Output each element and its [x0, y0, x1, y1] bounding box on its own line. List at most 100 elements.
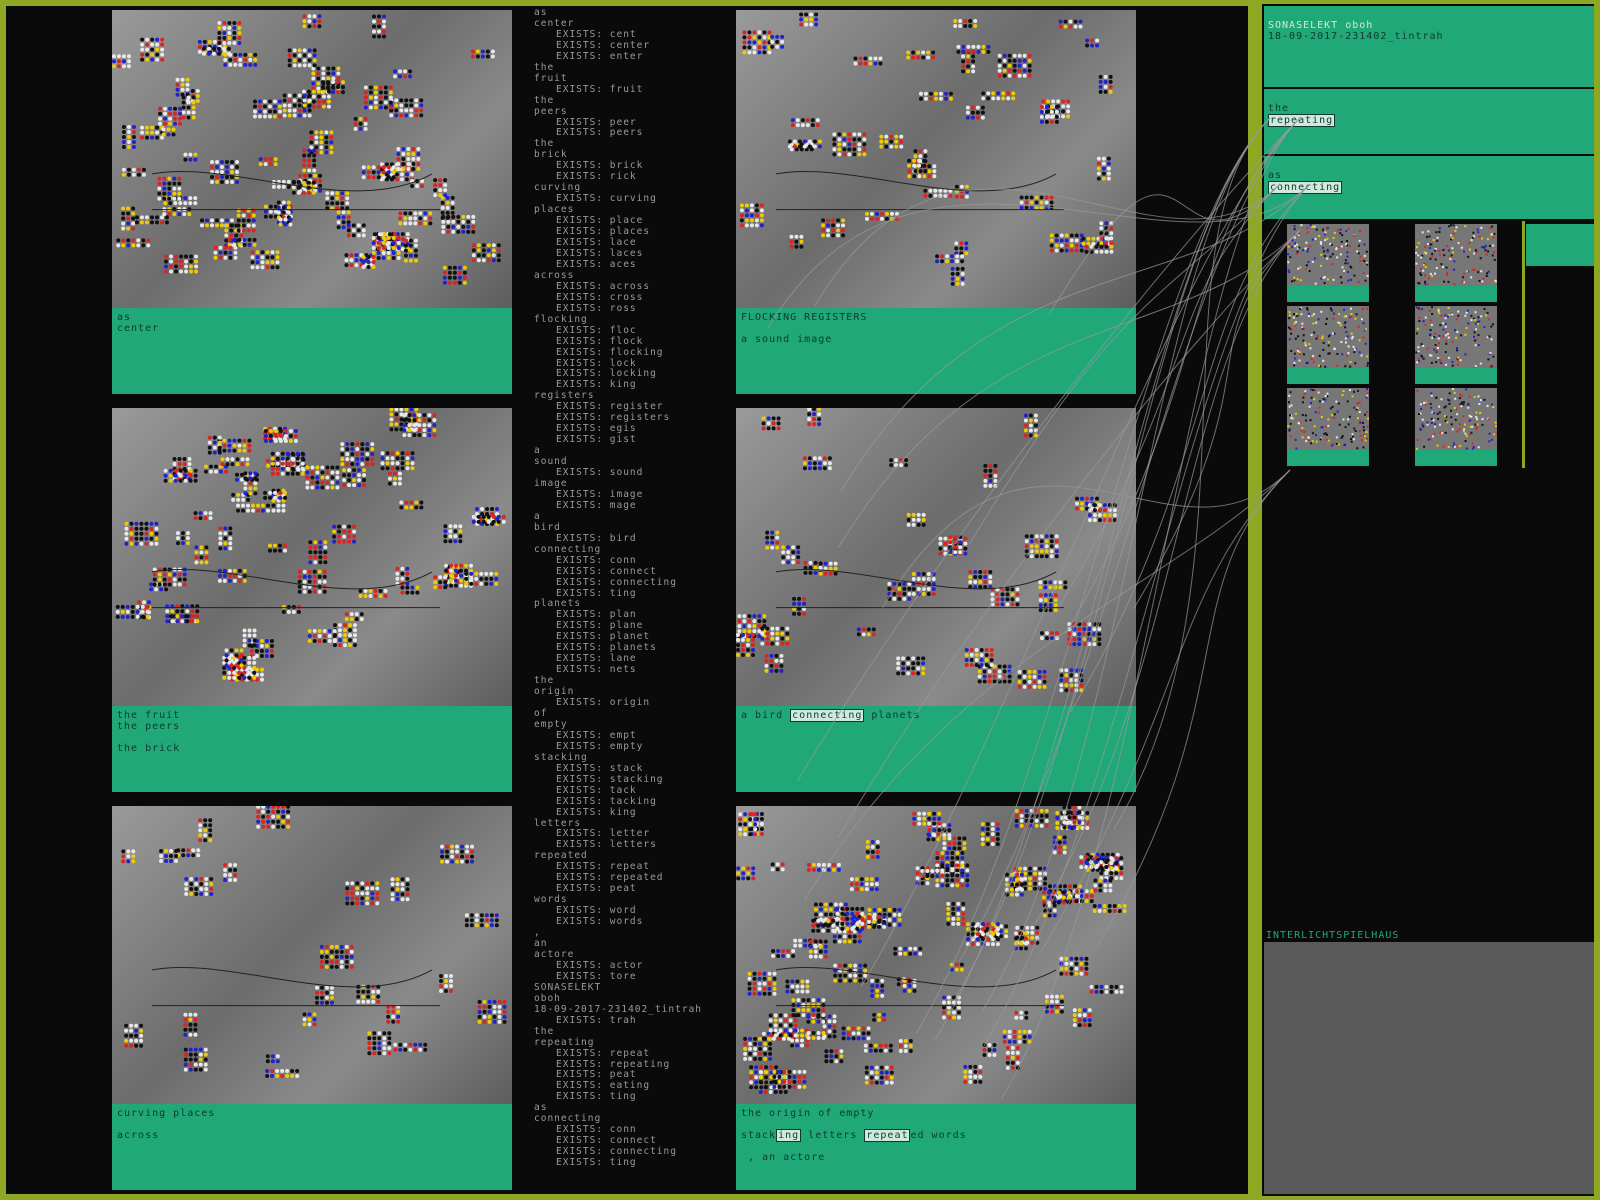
exists-entry: EXISTS: flock [556, 335, 644, 347]
word-entry: a [534, 510, 541, 522]
caption-highlight[interactable]: repeat [864, 1129, 911, 1142]
thumbnail-1-caption [1287, 286, 1369, 302]
exists-entry: EXISTS: flocking [556, 346, 664, 358]
exists-entry: EXISTS: gist [556, 434, 637, 446]
thumb-noise [1287, 388, 1369, 450]
exists-entry: EXISTS: repeat [556, 1047, 651, 1059]
caption-line: across [117, 1130, 160, 1141]
caption-line: the fruit [117, 710, 181, 721]
caption-line [117, 732, 507, 743]
sidebar-block-repeating: the repeating [1264, 89, 1594, 155]
caption-line: a bird connecting planets [741, 709, 921, 722]
exists-entry: EXISTS: tack [556, 784, 637, 796]
block1-box[interactable]: repeating [1268, 114, 1336, 127]
panel-caption-2: FLOCKING REGISTERS a sound image [736, 308, 1136, 394]
caption-highlight[interactable]: connecting [790, 709, 865, 722]
exists-entry: EXISTS: floc [556, 324, 637, 336]
thumbnail-scrollbar[interactable] [1522, 221, 1525, 468]
exists-entry: EXISTS: peers [556, 127, 644, 139]
sidebar-header: SONASELEKT oboh 18-09-2017-231402_tintra… [1264, 6, 1594, 88]
panel-noise [736, 806, 1127, 1094]
panel-caption-1: as center [112, 308, 512, 394]
panel-noise [112, 14, 501, 285]
caption-line: the peers [117, 721, 181, 732]
block2-box[interactable]: connecting [1268, 181, 1343, 194]
block1-word: the [1268, 103, 1290, 114]
exists-entry: EXISTS: words [556, 916, 644, 928]
thumb-noise [1415, 388, 1497, 450]
exists-entry: EXISTS: connecting [556, 576, 677, 588]
exists-entry: EXISTS: fruit [556, 83, 644, 95]
exists-entry: EXISTS: trah [556, 1014, 637, 1026]
word-entry: the [534, 94, 555, 106]
sidebar-session: 18-09-2017-231402_tintrah [1268, 31, 1444, 42]
caption-line: a sound image [741, 334, 833, 345]
thumbnail-4[interactable] [1415, 306, 1497, 368]
panel-image-3 [112, 408, 512, 706]
exists-entry: EXISTS: ting [556, 1157, 637, 1169]
panel-noise [115, 408, 506, 682]
exists-entry: EXISTS: conn [556, 554, 637, 566]
caption-line: FLOCKING REGISTERS [741, 312, 868, 323]
exists-entry: EXISTS: origin [556, 697, 651, 709]
panel-image-2 [736, 10, 1136, 308]
exists-entry: EXISTS: connect [556, 565, 657, 577]
panel-noise [121, 806, 507, 1079]
word-entry: flocking [534, 313, 588, 325]
exists-entry: EXISTS: mage [556, 499, 637, 511]
word-entry: SONASELEKT [534, 981, 602, 993]
thumbnail-6-caption [1415, 450, 1497, 466]
panel-caption-5: curving places across [112, 1104, 512, 1190]
word-list: as center EXISTS: cent EXISTS: center EXISTS… [534, 8, 734, 1188]
block2-word: as [1268, 170, 1283, 181]
exists-entry: EXISTS: ting [556, 1091, 637, 1103]
caption-line [741, 1141, 1131, 1152]
thumb-noise [1415, 224, 1497, 286]
thumbnail-6[interactable] [1415, 388, 1497, 450]
word-entry: peers [534, 105, 568, 117]
caption-line: the origin of empty [741, 1108, 875, 1119]
panel-image-4 [736, 408, 1136, 706]
thumbnail-3-caption [1287, 368, 1369, 384]
panel-image-6 [736, 806, 1136, 1104]
thumbnail-2-caption [1415, 286, 1497, 302]
exists-entry: EXISTS: king [556, 806, 637, 818]
thumb-noise [1415, 306, 1495, 368]
thumbnail-3[interactable] [1287, 306, 1369, 368]
caption-line [117, 1119, 507, 1130]
caption-line: stack ing letters repeat ed words [741, 1129, 967, 1142]
word-entry: the [534, 1025, 555, 1037]
panel-image-5 [112, 806, 512, 1104]
thumb-noise [1287, 224, 1369, 285]
word-entry: connecting [534, 543, 602, 555]
panel-noise [736, 408, 1117, 693]
sidebar-title: SONASELEKT oboh [1268, 20, 1374, 31]
exists-entry: EXISTS: nets [556, 664, 637, 676]
caption-line: , an actore [741, 1152, 826, 1163]
panel-image-1 [112, 10, 512, 308]
caption-line: the brick [117, 743, 181, 754]
panel-caption-3: the fruit the peers the brick [112, 706, 512, 792]
thumbnail-4-caption [1415, 368, 1497, 384]
exists-entry: EXISTS: tacking [556, 795, 657, 807]
caption-line: as [117, 312, 132, 323]
caption-line: curving places [117, 1108, 216, 1119]
lower-panel [1264, 942, 1594, 1194]
word-entry: , [534, 927, 541, 939]
lower-panel-label: INTERLICHTSPIELHAUS [1266, 930, 1400, 941]
sidebar-block-connecting: as connecting [1264, 156, 1594, 220]
thumb-noise [1287, 307, 1369, 368]
panel-caption-6: the origin of empty stack ing letters repe… [736, 1104, 1136, 1190]
exists-entry: EXISTS: enter [556, 50, 644, 62]
thumbnail-side-panel [1526, 224, 1594, 266]
word-entry: repeating [534, 1036, 595, 1048]
panel-caption-4: a bird connecting planets [736, 706, 1136, 792]
panel-noise [739, 12, 1114, 286]
thumbnail-5-caption [1287, 450, 1369, 466]
caption-line [741, 323, 1131, 334]
thumbnail-1[interactable] [1287, 224, 1369, 286]
thumbnail-2[interactable] [1415, 224, 1497, 286]
caption-highlight[interactable]: ing [776, 1129, 802, 1142]
thumbnail-5[interactable] [1287, 388, 1369, 450]
caption-line: center [117, 323, 160, 334]
